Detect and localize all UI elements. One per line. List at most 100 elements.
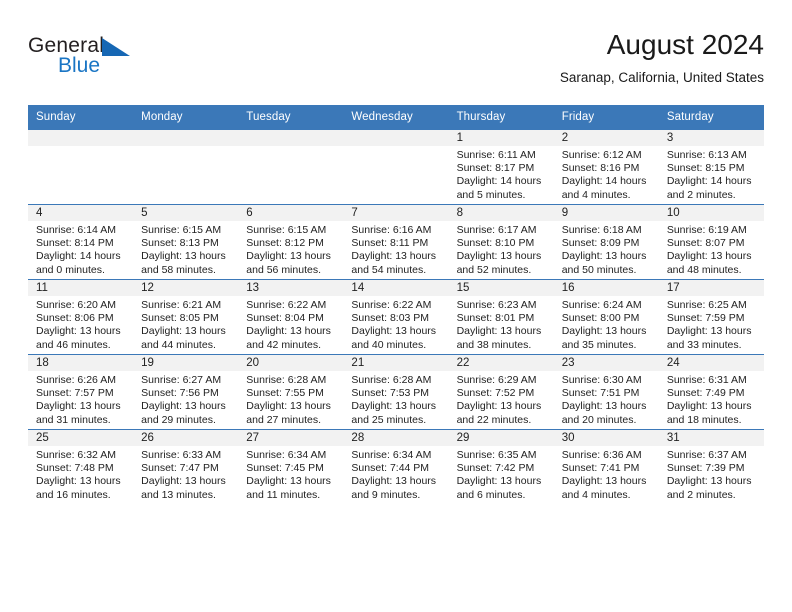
calendar-day-cell[interactable]: 3 Sunrise: 6:13 AM Sunset: 8:15 PM Daylight… [658,129,764,205]
daylight-line-1: Daylight: 14 hours [456,175,542,188]
calendar-day-cell[interactable]: 8 Sunrise: 6:17 AM Sunset: 8:10 PM Daylight… [448,204,554,280]
day-number: 16 [553,280,659,296]
day-number: 13 [238,280,344,296]
day-number: 17 [658,280,764,296]
day-number: 7 [343,205,449,221]
calendar-day-cell[interactable]: 11 Sunrise: 6:20 AM Sunset: 8:06 PM Dayligh… [28,279,134,355]
calendar-day-cell[interactable]: 5 Sunrise: 6:15 AM Sunset: 8:13 PM Daylight… [133,204,239,280]
calendar-day-cell[interactable]: 21 Sunrise: 6:28 AM Sunset: 7:53 PM Dayligh… [343,354,449,430]
calendar-day-cell[interactable]: 24 Sunrise: 6:31 AM Sunset: 7:49 PM Dayligh… [658,354,764,430]
calendar-day-cell[interactable]: 10 Sunrise: 6:19 AM Sunset: 8:07 PM Dayligh… [658,204,764,280]
sunset-time: Sunset: 7:56 PM [141,387,219,400]
sunset-time: Sunset: 7:59 PM [666,312,745,325]
day-details: Sunrise: 6:28 AM Sunset: 7:53 PM Daylight:… [343,371,448,427]
day-details: Sunrise: 6:35 AM Sunset: 7:42 PM Daylight:… [449,446,554,502]
daylight-line-1: Daylight: 14 hours [666,175,752,188]
calendar-day-cell[interactable]: 13 Sunrise: 6:22 AM Sunset: 8:04 PM Dayligh… [238,279,344,355]
day-number: 31 [658,430,764,446]
calendar-day-cell[interactable]: 25 Sunrise: 6:32 AM Sunset: 7:48 PM Dayligh… [28,429,134,504]
day-number: 18 [28,355,134,371]
daylight-line-2: and 44 minutes. [141,338,216,351]
sunrise-time: Sunrise: 6:22 AM [246,299,327,311]
day-details: Sunrise: 6:17 AM Sunset: 8:10 PM Daylight:… [449,221,554,277]
general-blue-logo[interactable]: General Blue [28,34,148,86]
calendar-day-cell[interactable]: 30 Sunrise: 6:36 AM Sunset: 7:41 PM Dayligh… [553,429,659,504]
sunrise-time: Sunrise: 6:31 AM [666,374,747,386]
daylight-line-1: Daylight: 13 hours [351,250,437,263]
daylight-line-2: and 16 minutes. [36,488,111,501]
daylight-line-1: Daylight: 13 hours [141,325,226,338]
day-details: Sunrise: 6:15 AM Sunset: 8:13 PM Daylight:… [133,221,238,277]
calendar-day-cell[interactable]: 1 Sunrise: 6:11 AM Sunset: 8:17 PM Daylight… [448,129,554,205]
calendar-day-cell[interactable]: 2 Sunrise: 6:12 AM Sunset: 8:16 PM Daylight… [553,129,659,205]
day-details: Sunrise: 6:22 AM Sunset: 8:04 PM Daylight:… [238,296,343,352]
daylight-line-1: Daylight: 13 hours [666,250,752,263]
daylight-line-1: Daylight: 13 hours [561,475,647,488]
sunrise-time: Sunrise: 6:28 AM [246,374,327,386]
page-subtitle: Saranap, California, United States [559,70,764,85]
day-number: 20 [238,355,344,371]
column-header-saturday: Saturday [658,105,764,130]
daylight-line-2: and 27 minutes. [246,413,321,426]
calendar-day-cell[interactable]: 6 Sunrise: 6:15 AM Sunset: 8:12 PM Daylight… [238,204,344,280]
sunrise-time: Sunrise: 6:26 AM [36,374,116,386]
daylight-line-1: Daylight: 14 hours [36,250,121,263]
day-number: 9 [553,205,659,221]
calendar-day-cell[interactable]: 14 Sunrise: 6:22 AM Sunset: 8:03 PM Dayligh… [343,279,449,355]
day-details: Sunrise: 6:24 AM Sunset: 8:00 PM Daylight:… [554,296,659,352]
calendar-day-cell[interactable]: 4 Sunrise: 6:14 AM Sunset: 8:14 PM Daylight… [28,204,134,280]
day-number: 5 [133,205,239,221]
calendar-day-cell[interactable]: 15 Sunrise: 6:23 AM Sunset: 8:01 PM Dayligh… [448,279,554,355]
calendar-day-cell[interactable]: 28 Sunrise: 6:34 AM Sunset: 7:44 PM Dayligh… [343,429,449,504]
sunset-time: Sunset: 8:00 PM [561,312,640,325]
logo-triangle-icon [102,38,130,56]
calendar-day-cell[interactable]: 20 Sunrise: 6:28 AM Sunset: 7:55 PM Dayligh… [238,354,344,430]
daylight-line-1: Daylight: 13 hours [351,475,437,488]
daylight-line-2: and 42 minutes. [246,338,321,351]
calendar-day-cell[interactable]: 23 Sunrise: 6:30 AM Sunset: 7:51 PM Dayligh… [553,354,659,430]
day-number [343,130,449,146]
sunrise-time: Sunrise: 6:21 AM [141,299,222,311]
calendar-day-cell[interactable]: 27 Sunrise: 6:34 AM Sunset: 7:45 PM Dayligh… [238,429,344,504]
day-details: Sunrise: 6:27 AM Sunset: 7:56 PM Daylight:… [133,371,238,427]
day-details: Sunrise: 6:20 AM Sunset: 8:06 PM Daylight:… [28,296,133,352]
calendar-week-row: 1 Sunrise: 6:11 AM Sunset: 8:17 PM Daylight… [28,129,764,205]
sunset-time: Sunset: 7:47 PM [141,462,219,475]
calendar-day-cell[interactable]: 19 Sunrise: 6:27 AM Sunset: 7:56 PM Dayligh… [133,354,239,430]
calendar-day-cell[interactable]: 26 Sunrise: 6:33 AM Sunset: 7:47 PM Dayligh… [133,429,239,504]
calendar-day-cell[interactable]: 7 Sunrise: 6:16 AM Sunset: 8:11 PM Daylight… [343,204,449,280]
calendar-day-cell[interactable]: 17 Sunrise: 6:25 AM Sunset: 7:59 PM Dayligh… [658,279,764,355]
daylight-line-1: Daylight: 13 hours [246,250,331,263]
logo-text-blue: Blue [58,54,101,77]
title-block: August 2024 Saranap, California, United … [560,28,764,88]
calendar-day-cell[interactable]: 22 Sunrise: 6:29 AM Sunset: 7:52 PM Dayligh… [448,354,554,430]
daylight-line-2: and 22 minutes. [456,413,532,426]
calendar-day-cell[interactable]: 29 Sunrise: 6:35 AM Sunset: 7:42 PM Dayligh… [448,429,554,504]
day-number: 25 [28,430,134,446]
daylight-line-1: Daylight: 13 hours [456,400,542,413]
sunset-time: Sunset: 8:01 PM [456,312,535,325]
day-number: 11 [28,280,134,296]
sunrise-time: Sunrise: 6:16 AM [351,224,432,236]
calendar-day-cell[interactable]: 31 Sunrise: 6:37 AM Sunset: 7:39 PM Dayligh… [658,429,764,504]
day-details: Sunrise: 6:33 AM Sunset: 7:47 PM Daylight:… [133,446,238,502]
daylight-line-1: Daylight: 13 hours [456,325,542,338]
daylight-line-2: and 18 minutes. [666,413,742,426]
day-details: Sunrise: 6:31 AM Sunset: 7:49 PM Daylight:… [659,371,764,427]
day-number: 27 [238,430,344,446]
calendar-day-cell[interactable]: 12 Sunrise: 6:21 AM Sunset: 8:05 PM Dayligh… [133,279,239,355]
sunset-time: Sunset: 8:06 PM [36,312,114,325]
daylight-line-2: and 29 minutes. [141,413,216,426]
calendar-day-cell[interactable]: 18 Sunrise: 6:26 AM Sunset: 7:57 PM Dayligh… [28,354,134,430]
daylight-line-1: Daylight: 13 hours [246,400,331,413]
day-number [238,130,344,146]
sunset-time: Sunset: 8:14 PM [36,237,114,250]
day-number: 21 [343,355,449,371]
sunset-time: Sunset: 8:10 PM [456,237,535,250]
daylight-line-2: and 52 minutes. [456,263,532,276]
day-details: Sunrise: 6:22 AM Sunset: 8:03 PM Daylight:… [343,296,448,352]
daylight-line-2: and 48 minutes. [666,263,742,276]
calendar-day-cell[interactable]: 16 Sunrise: 6:24 AM Sunset: 8:00 PM Dayligh… [553,279,659,355]
calendar-day-cell[interactable]: 9 Sunrise: 6:18 AM Sunset: 8:09 PM Daylight… [553,204,659,280]
daylight-line-2: and 2 minutes. [666,188,736,201]
